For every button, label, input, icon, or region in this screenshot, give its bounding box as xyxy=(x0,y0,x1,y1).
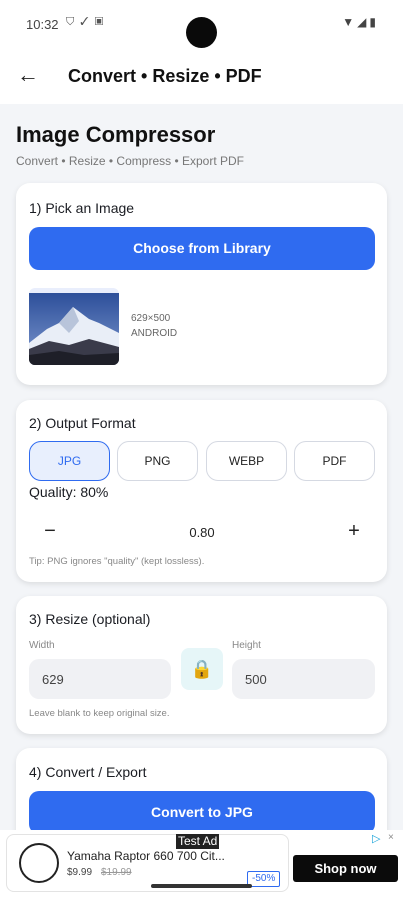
mountain-image xyxy=(29,293,119,365)
square-icon: ▣ xyxy=(94,16,110,28)
quality-value: 0.80 xyxy=(189,525,215,540)
height-input[interactable] xyxy=(232,659,375,699)
quality-decrease-button[interactable]: − xyxy=(40,520,60,543)
page-subtitle: Convert • Resize • Compress • Export PDF xyxy=(16,154,244,168)
quality-tip: Tip: PNG ignores "quality" (kept lossles… xyxy=(29,556,205,567)
wifi-icon: ▼ xyxy=(342,15,358,29)
page-title: Image Compressor xyxy=(16,122,216,147)
status-notification-icons: ⛉✓▣ xyxy=(66,16,109,29)
width-input[interactable] xyxy=(29,659,171,699)
signal-icon: ◢ xyxy=(357,15,370,29)
image-dimensions: 629×500 xyxy=(131,313,171,324)
format-option-png[interactable]: PNG xyxy=(117,441,198,481)
resize-card: 3) Resize (optional) Width 🔒 Height Leav… xyxy=(16,596,387,734)
ad-discount-badge: -50% xyxy=(247,871,281,887)
ad-old-price: $19.99 xyxy=(101,867,132,878)
ad-choices-icon[interactable]: ▷ xyxy=(372,832,380,845)
camera-cutout xyxy=(186,17,217,48)
pick-image-card: 1) Pick an Image Choose from Library 629… xyxy=(16,183,387,385)
convert-button[interactable]: Convert to JPG xyxy=(29,791,375,834)
app-bar: ← Convert • Resize • PDF xyxy=(0,48,403,104)
quality-label: Quality: 80% xyxy=(29,484,109,500)
image-source: ANDROID xyxy=(131,328,178,339)
test-ad-badge: Test Ad xyxy=(176,834,220,849)
shop-now-button[interactable]: Shop now xyxy=(293,855,398,882)
format-option-jpg[interactable]: JPG xyxy=(29,441,110,481)
arrow-left-icon[interactable]: ← xyxy=(14,62,42,90)
output-format-title: 2) Output Format xyxy=(29,415,136,431)
status-bar: 10:32 ⛉✓▣ ▼◢▮ xyxy=(0,0,403,48)
status-time: 10:32 xyxy=(26,17,59,32)
ad-close-icon[interactable]: × xyxy=(388,832,394,843)
format-option-pdf[interactable]: PDF xyxy=(294,441,375,481)
convert-title: 4) Convert / Export xyxy=(29,764,147,780)
app-bar-title: Convert • Resize • PDF xyxy=(68,66,262,86)
ad-price: $9.99 xyxy=(67,867,93,878)
battery-icon: ▮ xyxy=(369,15,379,29)
output-format-card: 2) Output Format JPG PNG WEBP PDF Qualit… xyxy=(16,400,387,582)
format-option-webp[interactable]: WEBP xyxy=(206,441,287,481)
home-indicator[interactable] xyxy=(151,884,252,888)
pick-image-title: 1) Pick an Image xyxy=(29,200,135,216)
check-icon: ✓ xyxy=(80,16,95,28)
quality-increase-button[interactable]: + xyxy=(344,520,364,543)
status-system-icons: ▼◢▮ xyxy=(342,15,379,29)
width-label: Width xyxy=(29,640,55,651)
image-thumbnail[interactable] xyxy=(29,288,119,365)
ad-title[interactable]: Yamaha Raptor 660 700 Cit... xyxy=(67,849,247,863)
lock-icon[interactable]: 🔒 xyxy=(181,648,223,690)
ad-logo xyxy=(19,843,59,883)
resize-help-text: Leave blank to keep original size. xyxy=(29,708,170,719)
resize-title: 3) Resize (optional) xyxy=(29,611,151,627)
choose-from-library-button[interactable]: Choose from Library xyxy=(29,227,375,270)
height-label: Height xyxy=(232,640,261,651)
shield-icon: ⛉ xyxy=(66,16,81,28)
